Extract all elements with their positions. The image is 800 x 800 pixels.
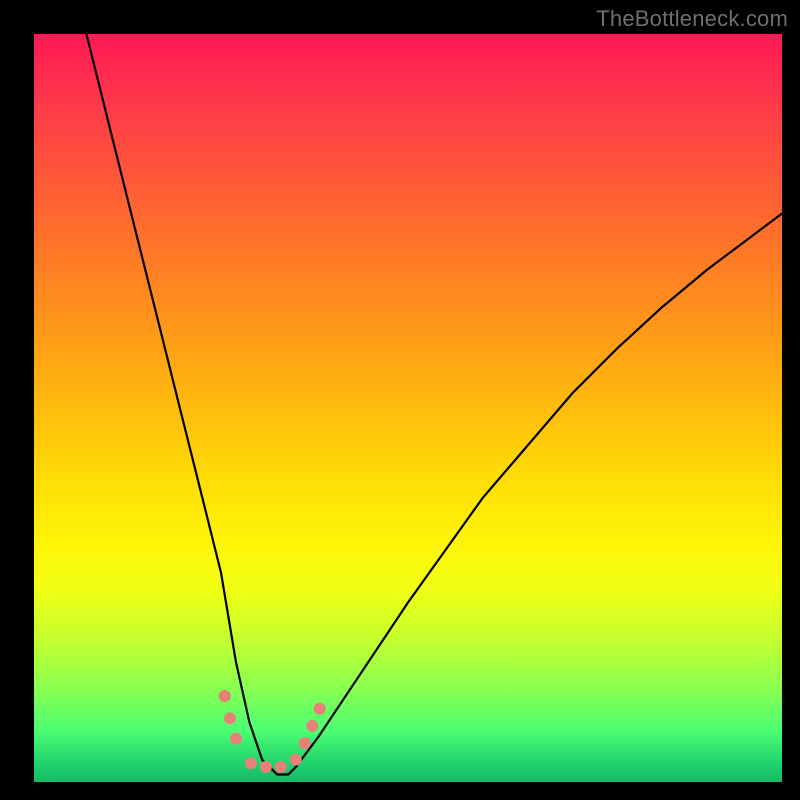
curve-marker: [224, 712, 236, 724]
curve-marker: [245, 757, 257, 769]
curve-marker: [306, 720, 318, 732]
bottleneck-curve: [86, 34, 782, 775]
curve-marker: [290, 754, 302, 766]
curve-marker: [230, 733, 242, 745]
plot-area: [34, 34, 782, 782]
curve-marker: [314, 703, 326, 715]
watermark-text: TheBottleneck.com: [596, 6, 788, 32]
curve-marker: [260, 761, 272, 773]
curve-marker: [299, 737, 311, 749]
curve-markers: [219, 690, 326, 773]
curve-marker: [219, 690, 231, 702]
curve-marker: [275, 761, 287, 773]
chart-frame: TheBottleneck.com: [0, 0, 800, 800]
curve-layer: [34, 34, 782, 782]
